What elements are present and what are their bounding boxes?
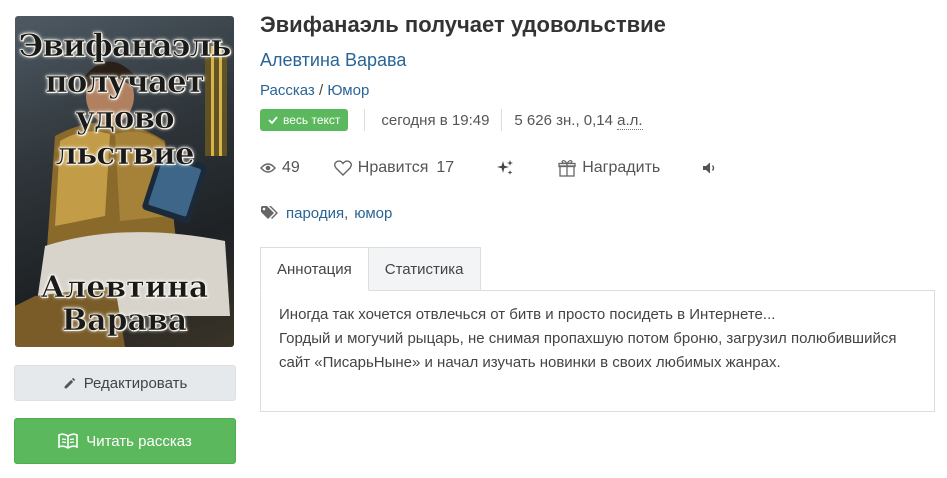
sparkles-icon <box>497 160 514 175</box>
text-size: 5 626 зн., 0,14 а.л. <box>514 111 643 130</box>
divider <box>364 109 366 131</box>
annotation-panel: Иногда так хочется отвлечься от битв и п… <box>260 290 935 412</box>
check-icon <box>268 116 278 124</box>
divider <box>501 109 503 131</box>
tab-statistics[interactable]: Статистика <box>368 247 481 291</box>
cover-title-line: Эвифанаэль <box>18 28 231 65</box>
tags-row: пародия, юмор <box>260 202 392 224</box>
stats-row: 49 Нравится 17 Наградить <box>260 155 718 181</box>
pencil-icon <box>64 377 75 388</box>
status-badge: весь текст <box>260 109 349 131</box>
cover-title-line: получает <box>45 64 205 101</box>
cover-title-line: льствие <box>55 136 195 173</box>
speaker-icon <box>703 162 715 174</box>
meta-row: весь текст сегодня в 19:49 5 626 зн., 0,… <box>260 108 643 132</box>
tag-link[interactable]: пародия <box>286 205 344 222</box>
like-label: Нравится <box>357 159 429 176</box>
updated-time: сегодня в 19:49 <box>381 111 490 129</box>
tab-annotation[interactable]: Аннотация <box>260 247 369 291</box>
heart-icon <box>333 160 352 176</box>
book-cover[interactable]: Эвифанаэль получает удово льствие Алевти… <box>15 16 234 347</box>
genre-separator: / <box>318 82 324 99</box>
edit-button[interactable]: Редактировать <box>14 365 236 401</box>
cover-author-line: Варава <box>61 303 188 338</box>
form-link[interactable]: Рассказ <box>260 82 315 99</box>
page-title: Эвифанаэль получает удовольствие <box>260 12 666 37</box>
book-open-icon <box>58 433 79 449</box>
tag-separator: , <box>344 204 349 222</box>
cover-author-line: Алевтина <box>40 270 209 305</box>
edit-button-label: Редактировать <box>83 374 188 392</box>
read-button-label: Читать рассказ <box>86 432 192 450</box>
genre-link[interactable]: Юмор <box>327 82 369 99</box>
like-button[interactable]: Нравится 17 <box>333 159 455 177</box>
cover-title-line: удово <box>75 100 175 137</box>
award-label: Наградить <box>582 159 661 176</box>
views-counter: 49 <box>260 159 300 177</box>
sparkle-button[interactable] <box>496 159 514 177</box>
read-button[interactable]: Читать рассказ <box>14 418 236 464</box>
status-badge-label: весь текст <box>283 113 341 127</box>
cover-title: Эвифанаэль получает удово льствие <box>15 28 234 173</box>
views-count: 49 <box>282 159 300 176</box>
annotation-paragraph: Гордый и могучий рыцарь, не снимая пропа… <box>279 330 897 371</box>
tag-link[interactable]: юмор <box>354 205 392 222</box>
annotation-paragraph: Иногда так хочется отвлечься от битв и п… <box>279 306 776 323</box>
size-unit[interactable]: а.л. <box>617 111 643 130</box>
eye-icon <box>260 163 276 173</box>
award-button[interactable]: Наградить <box>558 159 660 177</box>
audio-button[interactable] <box>702 161 718 175</box>
like-count: 17 <box>436 159 455 176</box>
cover-author: Алевтина Варава <box>15 270 234 338</box>
tags-icon <box>261 206 278 219</box>
tabs: Аннотация Статистика <box>260 247 481 291</box>
genre-line: Рассказ / Юмор <box>260 82 369 99</box>
text-size-value: 5 626 зн., 0,14 <box>514 111 618 129</box>
author-link[interactable]: Алевтина Варава <box>260 50 406 71</box>
gift-icon <box>558 160 576 177</box>
